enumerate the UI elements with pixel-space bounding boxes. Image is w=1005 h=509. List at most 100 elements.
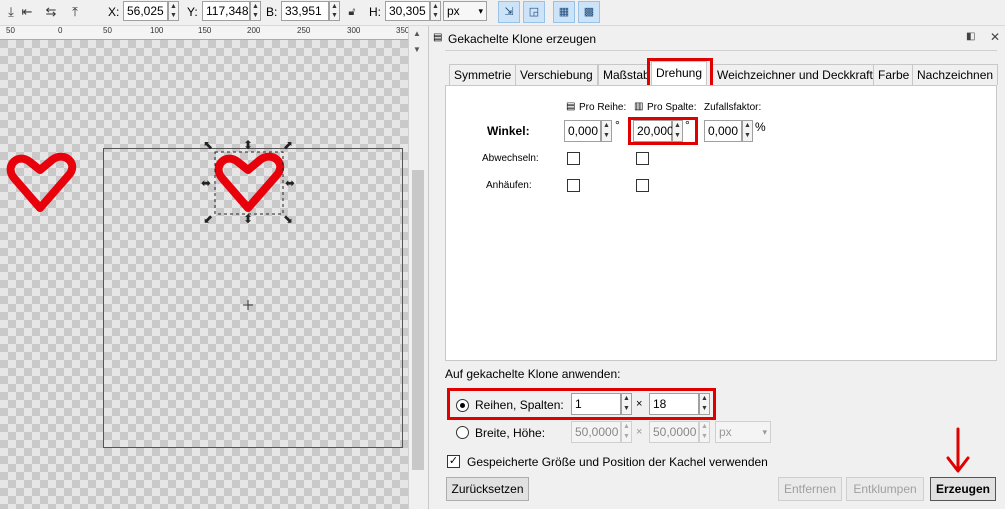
ruler-tick: 100 <box>150 26 164 35</box>
y-label: Y: <box>187 5 198 19</box>
tab-label: Weichzeichner und Deckkraft <box>717 68 873 82</box>
transform-gradient-toggle-icon[interactable]: ▦ <box>553 1 575 23</box>
active-tab-highlight <box>647 58 713 88</box>
resize-handle-ne-icon[interactable]: ⬈ <box>283 139 293 151</box>
times-sign: × <box>636 426 643 438</box>
alternate-column-checkbox[interactable] <box>636 152 649 165</box>
cumulate-label: Anhäufen: <box>486 180 532 191</box>
tile-height-input[interactable]: 50,0000 <box>649 421 699 443</box>
lock-icon[interactable]: 🔓︎ <box>343 3 361 21</box>
close-icon[interactable]: ✕ <box>990 30 1000 44</box>
tile-width-stepper[interactable]: ▲ ▼ <box>621 421 632 443</box>
remove-button[interactable]: Entfernen <box>778 477 842 501</box>
tab-verschiebung[interactable]: Verschiebung <box>515 64 598 85</box>
per-column-header: Pro Spalte: <box>647 102 697 113</box>
y-stepper[interactable]: ▲ ▼ <box>250 1 261 21</box>
per-row-icon: ▤ <box>566 101 576 112</box>
unclump-button[interactable]: Entklumpen <box>846 477 924 501</box>
h-stepper[interactable]: ▲ ▼ <box>430 1 441 21</box>
dialog-icon: ▤ <box>433 32 443 43</box>
divider <box>445 50 997 51</box>
size-unit-value: px <box>719 425 732 439</box>
scale-corners-toggle-icon[interactable]: ◲ <box>523 1 545 23</box>
alternate-label: Abwechseln: <box>482 153 539 164</box>
tab-label: Farbe <box>878 68 910 82</box>
degree-unit: ° <box>615 118 620 132</box>
h-label: H: <box>369 5 381 19</box>
x-stepper[interactable]: ▲ ▼ <box>168 1 179 21</box>
horizontal-ruler: 50 0 50 100 150 200 250 300 350 <box>0 26 409 40</box>
cumulate-row-checkbox[interactable] <box>567 179 580 192</box>
collapse-icon[interactable]: ◧ <box>966 31 975 42</box>
width-height-radio[interactable] <box>456 426 469 439</box>
align-middle-icon[interactable]: ⇆ <box>42 3 60 21</box>
scroll-down-icon[interactable]: ▼ <box>413 45 421 54</box>
angle-random-stepper[interactable]: ▲ ▼ <box>742 120 753 142</box>
ruler-tick: 50 <box>103 26 112 35</box>
per-column-icon: ▥ <box>634 101 644 112</box>
ruler-tick: 150 <box>198 26 212 35</box>
scroll-up-icon[interactable]: ▲ <box>413 29 421 38</box>
ruler-tick: 0 <box>58 26 63 35</box>
tab-weichzeichner[interactable]: Weichzeichner und Deckkraft <box>712 64 878 85</box>
size-unit-select[interactable]: px ▾ <box>715 421 771 443</box>
h-input[interactable]: 30,305 <box>385 1 430 21</box>
tab-label: Verschiebung <box>520 68 593 82</box>
ruler-tick: 50 <box>6 26 15 35</box>
tile-height-stepper[interactable]: ▲ ▼ <box>699 421 710 443</box>
create-button[interactable]: Erzeugen <box>930 477 996 501</box>
dialog-title: Gekachelte Klone erzeugen <box>448 32 597 46</box>
align-left-icon[interactable]: ⇤ <box>18 3 36 21</box>
angle-per-row-input[interactable]: 0,000 <box>564 120 601 142</box>
resize-handle-w-icon[interactable]: ⬌ <box>201 177 211 189</box>
canvas-objects <box>6 151 285 310</box>
tab-farbe[interactable]: Farbe <box>873 64 915 85</box>
resize-handle-se-icon[interactable]: ⬊ <box>283 213 293 225</box>
tab-label: Nachzeichnen <box>917 68 994 82</box>
saved-size-checkbox[interactable]: ✓ <box>447 455 460 468</box>
selected-heart-shape <box>214 152 285 212</box>
resize-handle-sw-icon[interactable]: ⬋ <box>203 213 213 225</box>
angle-label: Winkel: <box>487 124 530 138</box>
resize-handle-s-icon[interactable]: ⬍ <box>243 213 253 225</box>
tab-symmetrie[interactable]: Symmetrie <box>449 64 517 85</box>
per-row-header: Pro Reihe: <box>579 102 627 113</box>
scale-stroke-toggle-icon[interactable]: ⇲ <box>498 1 520 23</box>
scrollbar-thumb[interactable] <box>412 170 424 470</box>
unit-select-value: px <box>447 4 460 18</box>
w-input[interactable]: 33,951 <box>281 1 329 21</box>
unit-select[interactable]: px ▾ <box>443 1 487 21</box>
resize-handle-e-icon[interactable]: ⬌ <box>285 177 295 189</box>
tab-nachzeichnen[interactable]: Nachzeichnen <box>912 64 999 85</box>
checkmark-icon: ✓ <box>448 455 459 467</box>
y-input[interactable]: 117,348 <box>202 1 250 21</box>
tile-width-input[interactable]: 50,0000 <box>571 421 621 443</box>
ruler-tick: 200 <box>247 26 261 35</box>
chevron-down-icon: ▾ <box>762 427 767 437</box>
saved-size-label: Gespeicherte Größe und Position der Kach… <box>467 455 768 469</box>
red-arrow-annotation <box>946 427 970 473</box>
reset-button[interactable]: Zurücksetzen <box>446 477 529 501</box>
w-stepper[interactable]: ▲ ▼ <box>329 1 340 21</box>
transform-pattern-toggle-icon[interactable]: ▩ <box>578 1 600 23</box>
ruler-tick: 250 <box>297 26 311 35</box>
random-header: Zufallsfaktor: <box>704 102 762 113</box>
angle-random-input[interactable]: 0,000 <box>704 120 742 142</box>
percent-unit: % <box>755 120 766 134</box>
angle-per-row-stepper[interactable]: ▲ ▼ <box>601 120 612 142</box>
x-input[interactable]: 56,025 <box>123 1 168 21</box>
heart-shape <box>6 152 77 212</box>
raise-to-top-icon[interactable]: ⤒ <box>66 3 84 21</box>
angle-column-highlight <box>628 117 698 145</box>
resize-handle-n-icon[interactable]: ⬍ <box>243 139 253 151</box>
tool-controls-bar: ⤓ ⇤ ⇆ ⤒ X: 56,025 ▲ ▼ Y: 117,348 ▲ ▼ B: 33… <box>0 0 1005 26</box>
x-label: X: <box>108 5 120 19</box>
alternate-row-checkbox[interactable] <box>567 152 580 165</box>
tab-label: Symmetrie <box>454 68 512 82</box>
cumulate-column-checkbox[interactable] <box>636 179 649 192</box>
width-height-label: Breite, Höhe: <box>475 426 546 440</box>
apply-to-label: Auf gekachelte Klone anwenden: <box>445 367 621 381</box>
tab-label: Maßstab <box>603 68 650 82</box>
resize-handle-nw-icon[interactable]: ⬉ <box>203 139 213 151</box>
w-label: B: <box>266 5 278 19</box>
